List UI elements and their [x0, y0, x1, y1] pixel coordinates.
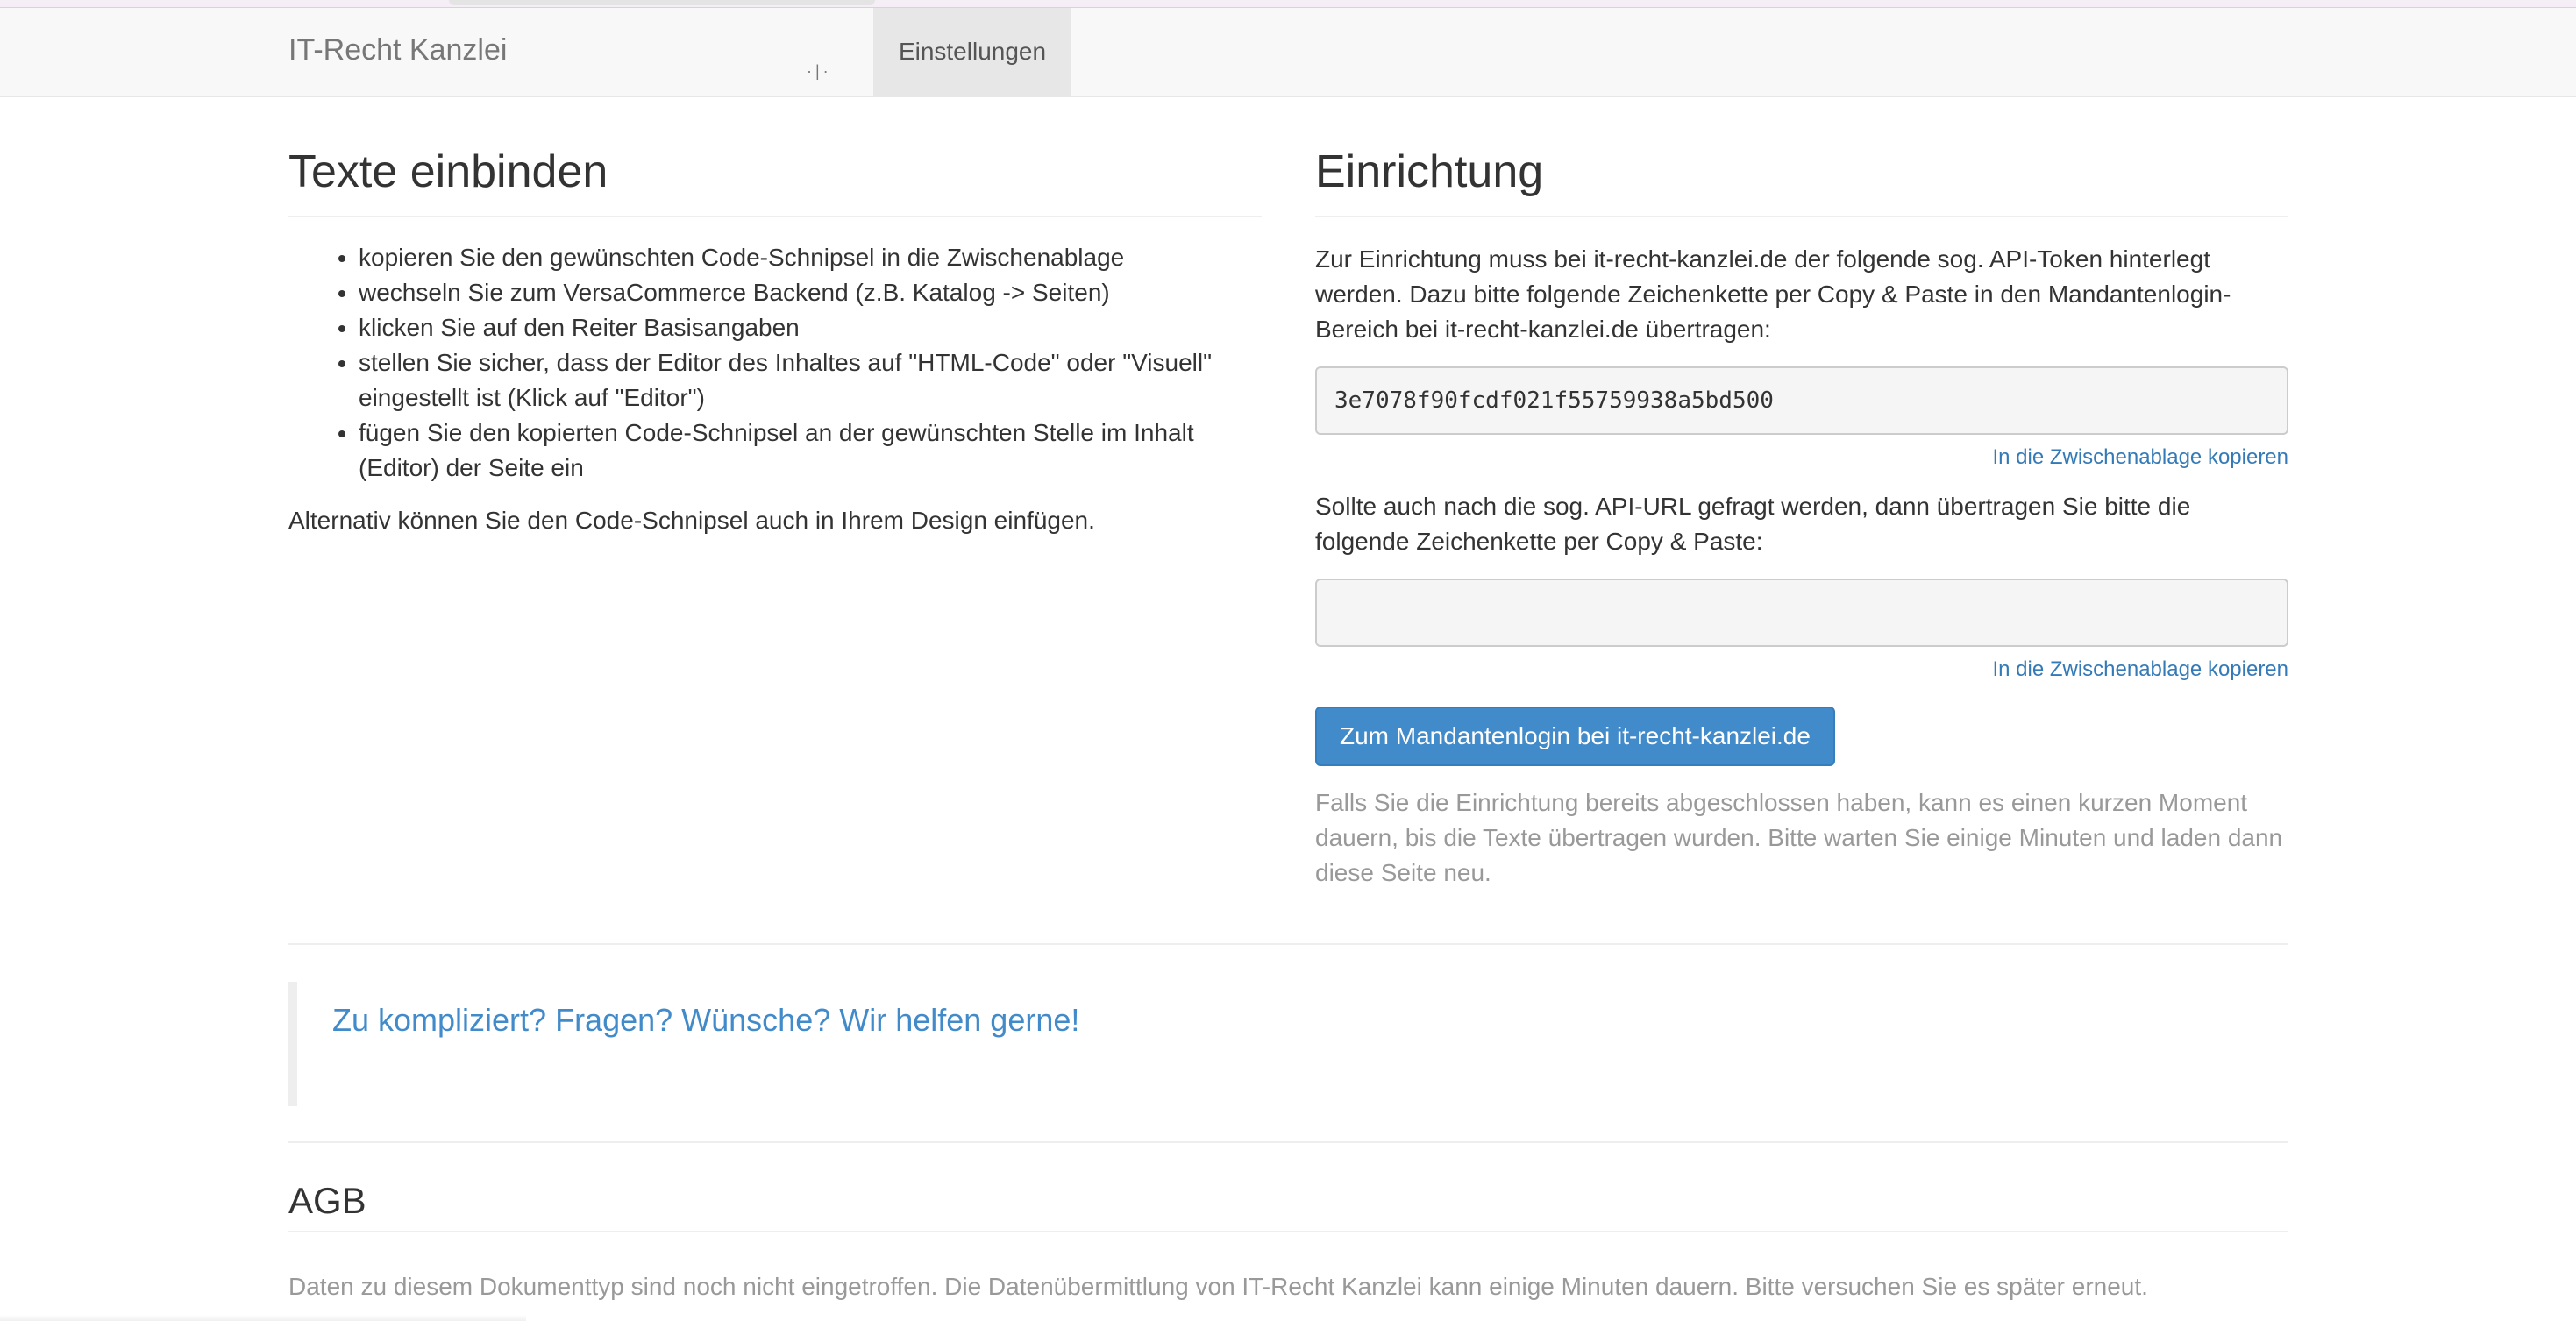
- embed-texts-section: Texte einbinden kopieren Sie den gewünsc…: [288, 140, 1262, 538]
- bottom-edge-shadow: [0, 1315, 526, 1321]
- help-callout-link[interactable]: Zu kompliziert? Fragen? Wünsche? Wir hel…: [332, 982, 2288, 1059]
- api-token-field[interactable]: 3e7078f90fcdf021f55759938a5bd500: [1315, 366, 2288, 435]
- list-item: klicken Sie auf den Reiter Basisangaben: [359, 310, 1262, 345]
- nav-mark-icon: ·|·: [807, 62, 832, 80]
- api-url-field[interactable]: [1315, 579, 2288, 647]
- setup-heading: Einrichtung: [1315, 140, 2288, 217]
- navbar: IT-Recht Kanzlei ·|· Einstellungen: [0, 8, 2576, 97]
- copy-url-link[interactable]: In die Zwischenablage kopieren: [1315, 656, 2288, 684]
- embed-steps-list: kopieren Sie den gewünschten Code-Schnip…: [288, 240, 1262, 486]
- list-item: stellen Sie sicher, dass der Editor des …: [359, 345, 1262, 415]
- embed-texts-heading: Texte einbinden: [288, 140, 1262, 217]
- setup-intro-text: Zur Einrichtung muss bei it-recht-kanzle…: [1315, 245, 2231, 343]
- agb-heading: AGB: [288, 1176, 2288, 1232]
- browser-tab-indicator: [449, 0, 875, 5]
- divider: [288, 943, 2288, 945]
- divider: [288, 1141, 2288, 1143]
- brand-title[interactable]: IT-Recht Kanzlei: [288, 32, 507, 67]
- nav-item-einstellungen[interactable]: Einstellungen: [873, 8, 1071, 96]
- copy-token-link[interactable]: In die Zwischenablage kopieren: [1315, 444, 2288, 472]
- list-item: kopieren Sie den gewünschten Code-Schnip…: [359, 240, 1262, 275]
- help-callout: Zu kompliziert? Fragen? Wünsche? Wir hel…: [288, 982, 2288, 1106]
- setup-hint-text: Falls Sie die Einrichtung bereits abgesc…: [1315, 789, 2283, 886]
- browser-top-strip: [0, 0, 2576, 8]
- alternative-text: Alternativ können Sie den Code-Schnipsel…: [288, 507, 1095, 534]
- list-item: wechseln Sie zum VersaCommerce Backend (…: [359, 275, 1262, 310]
- client-login-button[interactable]: Zum Mandantenlogin bei it-recht-kanzlei.…: [1315, 707, 1835, 766]
- list-item: fügen Sie den kopierten Code-Schnipsel a…: [359, 415, 1262, 486]
- api-url-question-text: Sollte auch nach die sog. API-URL gefrag…: [1315, 493, 2191, 555]
- agb-status-text: Daten zu diesem Dokumenttyp sind noch ni…: [288, 1273, 2148, 1300]
- setup-section: Einrichtung Zur Einrichtung muss bei it-…: [1315, 140, 2288, 891]
